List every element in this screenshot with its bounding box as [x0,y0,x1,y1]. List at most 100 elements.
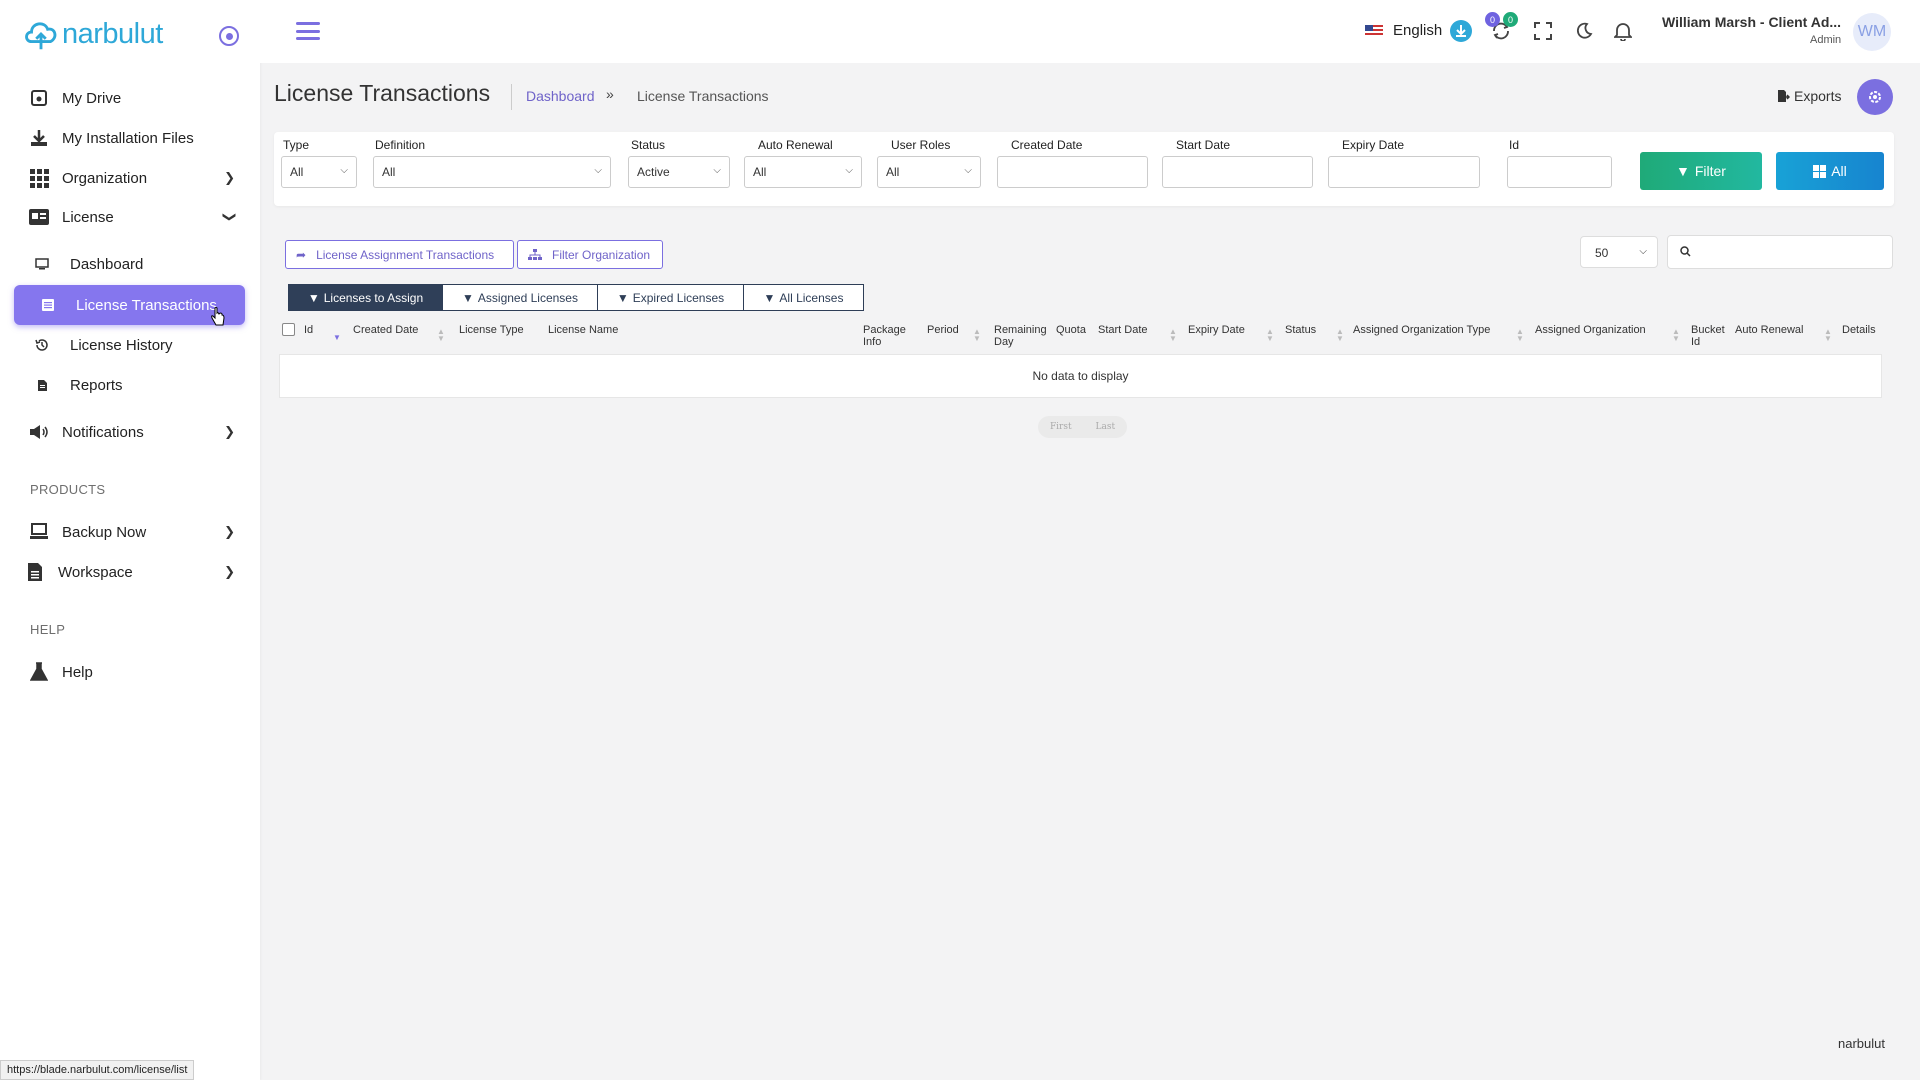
filter-auto-renewal-value: All [753,165,767,179]
pager-last-button[interactable]: Last [1095,422,1115,432]
sidebar-item-reports[interactable]: Reports [14,365,245,405]
sidebar-item-my-drive[interactable]: My Drive [14,78,245,118]
filter-organization-button[interactable]: Filter Organization [517,240,663,269]
column-header-created-date[interactable]: Created Date [353,324,418,336]
sidebar-item-label: License Transactions [76,296,217,314]
page-title: License Transactions [274,80,491,106]
filter-created-date-input[interactable] [997,156,1148,188]
sort-icon[interactable]: ▲ ▼ [973,328,981,343]
bell-icon[interactable] [1610,18,1636,44]
exports-label: Exports [1794,88,1842,104]
search-input[interactable] [1667,235,1893,269]
sort-icon[interactable]: ▲ ▼ [1336,328,1344,343]
column-header-license-type[interactable]: License Type [459,324,524,336]
pagination: First Last [1038,416,1127,438]
sidebar-item-license-history[interactable]: License History [14,325,245,365]
filter-button[interactable]: ▼ Filter [1640,152,1762,190]
column-header-assigned-organization[interactable]: Assigned Organization [1535,324,1646,336]
column-header-license-name[interactable]: License Name [548,324,618,336]
sidebar-item-help[interactable]: Help [14,652,245,692]
column-header-bucket-id[interactable]: Bucket Id [1691,324,1727,348]
filter-user-roles-label: User Roles [891,138,951,152]
sidebar-item-license-dashboard[interactable]: Dashboard [14,244,245,284]
download-icon [28,127,50,149]
moon-icon[interactable] [1571,18,1597,44]
filter-type-value: All [290,165,304,179]
column-header-auto-renewal[interactable]: Auto Renewal [1735,324,1804,336]
column-header-details[interactable]: Details [1842,324,1876,336]
column-header-quota[interactable]: Quota [1056,324,1086,336]
pager-first-button[interactable]: First [1050,422,1072,432]
sidebar-item-license[interactable]: License ❯ [14,197,245,237]
menu-toggle-icon[interactable] [296,22,320,40]
settings-button[interactable] [1857,79,1893,115]
sidebar-item-backup-now[interactable]: Backup Now ❯ [14,512,245,552]
column-header-status[interactable]: Status [1285,324,1316,336]
sidebar-item-label: License History [70,336,173,354]
column-header-id[interactable]: Id [304,324,313,336]
sidebar-item-label: Workspace [58,563,133,581]
flask-icon [28,661,50,683]
filter-expiry-date-input[interactable] [1328,156,1480,188]
column-header-assigned-organization-type[interactable]: Assigned Organization Type [1353,324,1490,336]
sidebar-item-installation-files[interactable]: My Installation Files [14,118,245,158]
filter-expiry-date-label: Expiry Date [1342,138,1405,152]
column-header-remaining-day[interactable]: Remaining Day [994,324,1050,348]
breadcrumb-dashboard[interactable]: Dashboard [526,88,595,104]
language-selector[interactable]: English [1365,22,1442,39]
chevron-right-icon: ❯ [224,524,235,539]
user-role: Admin [1810,34,1842,46]
filter-id-input[interactable] [1507,156,1612,188]
column-header-expiry-date[interactable]: Expiry Date [1188,324,1245,336]
filter-start-date-input[interactable] [1162,156,1313,188]
sort-icon[interactable]: ▲ ▼ [1824,328,1832,343]
sidebar-item-workspace[interactable]: Workspace ❯ [14,552,245,592]
filter-button-label: Filter [1694,163,1726,179]
share-arrow-icon: ➦ [296,247,307,262]
fullscreen-icon[interactable] [1530,18,1556,44]
download-circle-icon[interactable] [1448,18,1474,44]
tab-label: All Licenses [779,290,844,305]
sort-icon[interactable]: ▲ ▼ [1516,328,1524,343]
filter-user-roles-select[interactable]: All ⌵ [877,156,981,188]
filter-definition-value: All [382,165,396,179]
page-size-select[interactable]: 50 ⌵ [1580,236,1658,268]
language-label: English [1393,22,1443,39]
sort-icon[interactable]: ▲ ▼ [1169,328,1177,343]
exports-button[interactable]: Exports [1777,88,1841,104]
filter-auto-renewal-select[interactable]: All ⌵ [744,156,862,188]
tab-expired-licenses[interactable]: ▼ Expired Licenses [597,284,744,311]
tab-assigned-licenses[interactable]: ▼ Assigned Licenses [442,284,598,311]
sidebar-item-notifications[interactable]: Notifications ❯ [14,412,245,452]
sidebar-item-label: Reports [70,376,123,394]
avatar[interactable]: WM [1853,13,1891,51]
brand-logo[interactable]: narbulut [22,14,163,54]
filter-status-select[interactable]: Active ⌵ [628,156,730,188]
sort-icon[interactable]: ▲ ▼ [1266,328,1274,343]
column-header-package-info[interactable]: Package Info [863,324,913,348]
pin-sidebar-icon[interactable] [219,26,239,46]
sort-icon[interactable]: ▲ ▼ [1672,328,1680,343]
filter-start-date-label: Start Date [1176,138,1231,152]
id-card-icon [28,206,50,228]
export-file-icon [1778,90,1790,102]
sidebar-item-organization[interactable]: Organization ❯ [14,158,245,198]
chevron-down-icon: ⌵ [964,165,972,176]
tab-all-licenses[interactable]: ▼ All Licenses [743,284,864,311]
filter-type-select[interactable]: All ⌵ [281,156,357,188]
license-assignment-transactions-button[interactable]: ➦ License Assignment Transactions [285,240,514,269]
sort-icon[interactable]: ▲ ▼ [437,328,445,343]
user-name[interactable]: William Marsh - Client Ad... [1662,14,1841,30]
column-header-start-date[interactable]: Start Date [1098,324,1148,336]
gear-icon [1869,91,1881,103]
column-header-period[interactable]: Period [927,324,959,336]
filter-definition-select[interactable]: All ⌵ [373,156,611,188]
filter-panel: Type All ⌵ Definition All ⌵ Status Active ⌵… [274,132,1894,206]
workspace-icon [24,561,46,583]
select-all-checkbox[interactable] [282,323,295,336]
tab-licenses-to-assign[interactable]: ▼ Licenses to Assign [288,284,443,311]
sort-desc-icon[interactable]: ▼ [333,334,341,342]
filter-definition-label: Definition [375,138,426,152]
all-button[interactable]: All [1776,152,1884,190]
filter-status-label: Status [631,138,666,152]
